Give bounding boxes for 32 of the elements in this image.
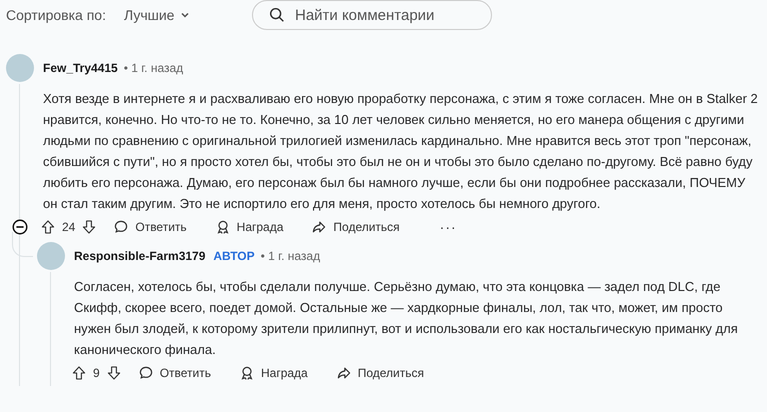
share-icon: [311, 219, 328, 235]
username[interactable]: Responsible-Farm3179: [74, 249, 206, 263]
search-icon: [268, 6, 286, 24]
action-button[interactable]: Награда: [202, 215, 296, 239]
speech-bubble-icon: [113, 219, 130, 235]
timestamp: • 1 г. назад: [124, 61, 184, 75]
action-button[interactable]: Поделиться: [299, 215, 412, 239]
downvote-icon[interactable]: [81, 219, 98, 235]
sort-dropdown[interactable]: Лучшие: [120, 7, 220, 23]
action-button[interactable]: Ответить: [126, 361, 223, 385]
sort-label: Сортировка по:: [6, 7, 106, 23]
share-icon: [336, 365, 352, 381]
comment-text: Хотя везде в интернете я и расхваливаю его новую проработку персонажа, с этим я тоже согласен. Мне он в Stalker 2 нравится, конечно. Но что-то не то. Конечно, за 10 лет человек сильно меняется, но его манера общения с другими людьми по сравнению с оригинальной трилогией изменилась кардинально. Мне нравится весь этот троп "персонаж, сбившийся с пути", но я просто хотел бы, чтобы это был не он и чтобы это было сделано по-другому. Всё равно буду любить его персонажа. Думаю, его персонаж был бы намного лучше, если бы они подробнее рассказали, ПОЧЕМУ он стал таким другим. Это не испортило его для меня, просто хотелось бы немного другого.: [43, 90, 759, 213]
timestamp: • 1 г. назад: [260, 249, 320, 263]
upvote-icon[interactable]: [40, 219, 56, 235]
vote-count: 24: [62, 220, 76, 234]
collapse-icon[interactable]: [11, 218, 29, 236]
comment-text: Согласен, хотелось бы, чтобы сделали получше. Серьёзно думаю, что эта концовка — задел под DLC, где Скифф, скорее всего, поедет домой. Остальные же — хардкорные финалы, лол, так что, может, им просто нужен был злодей, к которому зрители прилипнут, вот и использовали его как ностальгическую приманку для канонического финала.: [74, 278, 739, 359]
award-icon: [214, 219, 231, 235]
action-button[interactable]: Поделиться: [324, 361, 436, 385]
search-field[interactable]: Найти комментарии: [252, 0, 492, 30]
upvote-icon[interactable]: [71, 365, 87, 381]
op-label: АВТОР: [213, 249, 255, 263]
action-button[interactable]: Ответить: [101, 215, 199, 239]
award-icon: [238, 365, 255, 381]
speech-bubble-icon: [138, 365, 154, 381]
username[interactable]: Few_Try4415: [43, 61, 118, 75]
downvote-icon[interactable]: [106, 365, 122, 381]
caret-icon: [180, 10, 190, 20]
action-button[interactable]: Награда: [226, 361, 320, 385]
more-button[interactable]: ···: [428, 215, 469, 239]
vote-count: 9: [93, 366, 100, 380]
